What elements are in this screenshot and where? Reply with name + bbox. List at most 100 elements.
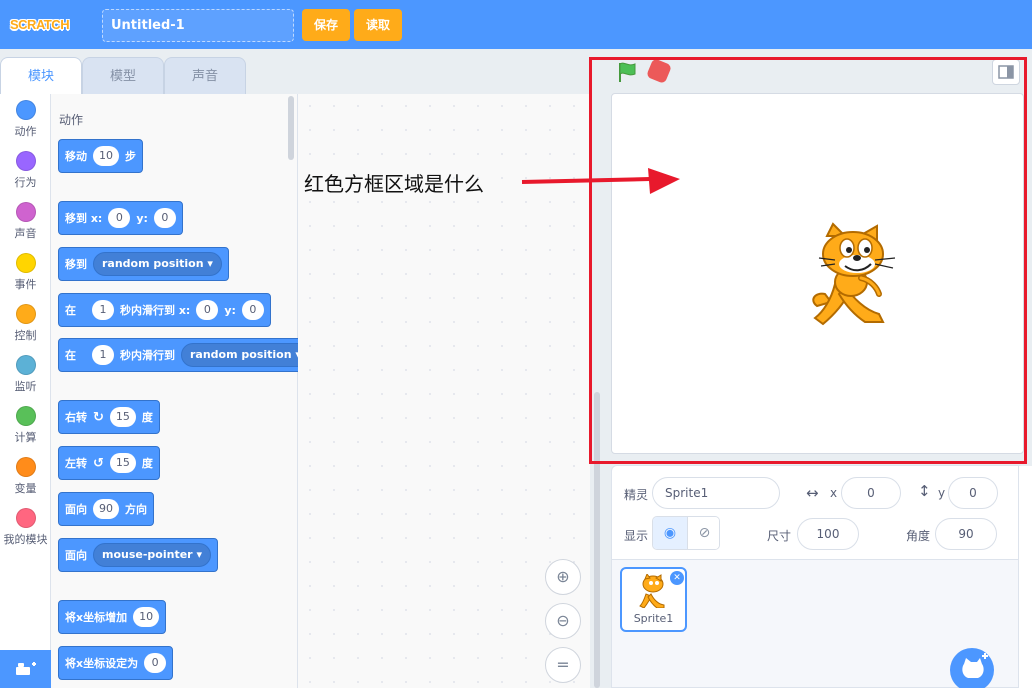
- hide-button[interactable]: ⊘: [687, 517, 719, 549]
- add-extension-button[interactable]: [0, 650, 51, 688]
- block-dropdown[interactable]: mouse-pointer: [93, 543, 211, 567]
- block-dropdown[interactable]: random position: [181, 343, 310, 367]
- category-events-dot: [15, 253, 36, 273]
- category-sound[interactable]: 声音: [0, 202, 51, 241]
- block-label: y:: [224, 303, 236, 317]
- block-goto[interactable]: 移到 random position: [58, 247, 229, 281]
- category-operators-dot: [15, 406, 36, 426]
- y-arrows-icon: ↕: [918, 482, 931, 500]
- block-label: 左转: [65, 457, 87, 470]
- cat-plus-icon: [962, 653, 988, 678]
- block-label: 秒内滑行到 x:: [120, 304, 191, 317]
- zoom-in-icon: ⊕: [556, 567, 570, 586]
- palette-section-title: 动作: [59, 113, 84, 127]
- category-motion-dot: [15, 100, 36, 120]
- size-label: 尺寸: [767, 529, 792, 543]
- block-set-x[interactable]: 将x坐标设定为 0: [58, 646, 174, 680]
- y-input[interactable]: 0: [948, 477, 998, 509]
- direction-label: 角度: [906, 529, 931, 543]
- category-control[interactable]: 控制: [0, 304, 51, 343]
- category-label: 动作: [14, 125, 37, 138]
- block-input[interactable]: 0: [153, 208, 176, 228]
- delete-sprite-icon[interactable]: ✕: [670, 571, 684, 585]
- show-button[interactable]: ◉: [653, 517, 687, 549]
- block-change-x[interactable]: 将x坐标增加 10: [58, 600, 167, 634]
- sprite-thumbnail-icon: [639, 574, 665, 608]
- block-input[interactable]: 0: [241, 300, 264, 320]
- block-label: 将x坐标增加: [65, 611, 128, 624]
- tab-costumes[interactable]: 模型: [82, 57, 164, 94]
- block-input[interactable]: 0: [196, 300, 219, 320]
- size-input[interactable]: 100: [797, 518, 859, 550]
- sprite-name-input[interactable]: Sprite1: [652, 477, 780, 509]
- save-button[interactable]: 保存: [302, 9, 350, 41]
- tab-code[interactable]: 模块: [0, 57, 82, 94]
- rotate-left-icon: ↺: [93, 455, 104, 471]
- block-input[interactable]: 90: [93, 499, 119, 519]
- block-input[interactable]: 1: [92, 300, 114, 320]
- block-point-direction[interactable]: 面向 90 方向: [58, 492, 154, 526]
- block-input[interactable]: 15: [109, 407, 136, 427]
- category-label: 事件: [14, 278, 37, 291]
- block-goto-xy[interactable]: 移到 x: 0 y: 0: [58, 201, 183, 235]
- zoom-out-button[interactable]: ⊖: [545, 603, 581, 639]
- zoom-reset-icon: =: [556, 655, 570, 674]
- block-turn-left[interactable]: 左转 ↺ 15 度: [58, 446, 160, 480]
- scratch-logo[interactable]: SCRATCH: [10, 14, 70, 36]
- category-events[interactable]: 事件: [0, 253, 51, 292]
- block-input[interactable]: 0: [144, 653, 167, 673]
- load-button[interactable]: 读取: [354, 9, 402, 41]
- block-label: 移到 x:: [65, 212, 103, 225]
- category-sensing[interactable]: 监听: [0, 355, 51, 394]
- palette-scrollbar[interactable]: [288, 96, 294, 160]
- green-flag-icon[interactable]: [616, 61, 638, 83]
- sprite-name-label: 精灵: [624, 488, 649, 502]
- category-my-blocks[interactable]: 我的模块: [0, 508, 51, 547]
- category-variables-dot: [15, 457, 36, 477]
- sprite-tile-name: Sprite1: [633, 612, 674, 625]
- small-stage-icon: [998, 65, 1014, 79]
- block-glide-to[interactable]: 在 1 秒内滑行到 random position: [58, 338, 317, 372]
- block-label: y:: [136, 211, 148, 225]
- zoom-in-button[interactable]: ⊕: [545, 559, 581, 595]
- category-label: 监听: [14, 380, 37, 393]
- block-label: 面向: [65, 503, 87, 516]
- block-point-towards[interactable]: 面向 mouse-pointer: [58, 538, 218, 572]
- workspace-scrollbar[interactable]: [594, 392, 600, 688]
- stage-size-toggle[interactable]: [992, 59, 1020, 85]
- visibility-toggle: ◉ ⊘: [652, 516, 720, 550]
- category-looks[interactable]: 行为: [0, 151, 51, 190]
- category-label: 计算: [14, 431, 37, 444]
- block-input[interactable]: 0: [108, 208, 131, 228]
- block-input[interactable]: 10: [133, 607, 160, 627]
- block-label: 秒内滑行到: [120, 349, 175, 362]
- block-input[interactable]: 1: [92, 345, 114, 365]
- zoom-reset-button[interactable]: =: [545, 647, 581, 683]
- project-title-input[interactable]: Untitled-1: [102, 9, 294, 42]
- block-turn-right[interactable]: 右转 ↻ 15 度: [58, 400, 160, 434]
- category-motion[interactable]: 动作: [0, 100, 51, 139]
- eye-off-icon: ⊘: [698, 525, 711, 541]
- block-glide-xy[interactable]: 在 1 秒内滑行到 x: 0 y: 0: [58, 293, 271, 327]
- block-label: 度: [141, 457, 153, 470]
- block-label: 方向: [125, 503, 147, 516]
- block-dropdown[interactable]: random position: [93, 252, 222, 276]
- x-input[interactable]: 0: [841, 477, 901, 509]
- category-variables[interactable]: 变量: [0, 457, 51, 496]
- category-menu: 动作 行为 声音 事件 控制 监听 计算 变量 我的模块: [0, 94, 51, 688]
- add-sprite-button[interactable]: [950, 648, 994, 688]
- block-move-steps[interactable]: 移动 10 步: [58, 139, 143, 173]
- category-label: 行为: [14, 176, 37, 189]
- zoom-out-icon: ⊖: [556, 611, 570, 630]
- tab-sounds[interactable]: 声音: [164, 57, 246, 94]
- block-input[interactable]: 15: [109, 453, 136, 473]
- category-operators[interactable]: 计算: [0, 406, 51, 445]
- block-label: 步: [125, 150, 136, 163]
- direction-input[interactable]: 90: [935, 518, 997, 550]
- block-label: 移动: [65, 150, 87, 163]
- block-label: 度: [141, 411, 153, 424]
- block-input[interactable]: 10: [93, 146, 119, 166]
- cat-sprite-icon[interactable]: [805, 222, 901, 328]
- block-label: 右转: [65, 411, 87, 424]
- category-label: 变量: [14, 482, 37, 495]
